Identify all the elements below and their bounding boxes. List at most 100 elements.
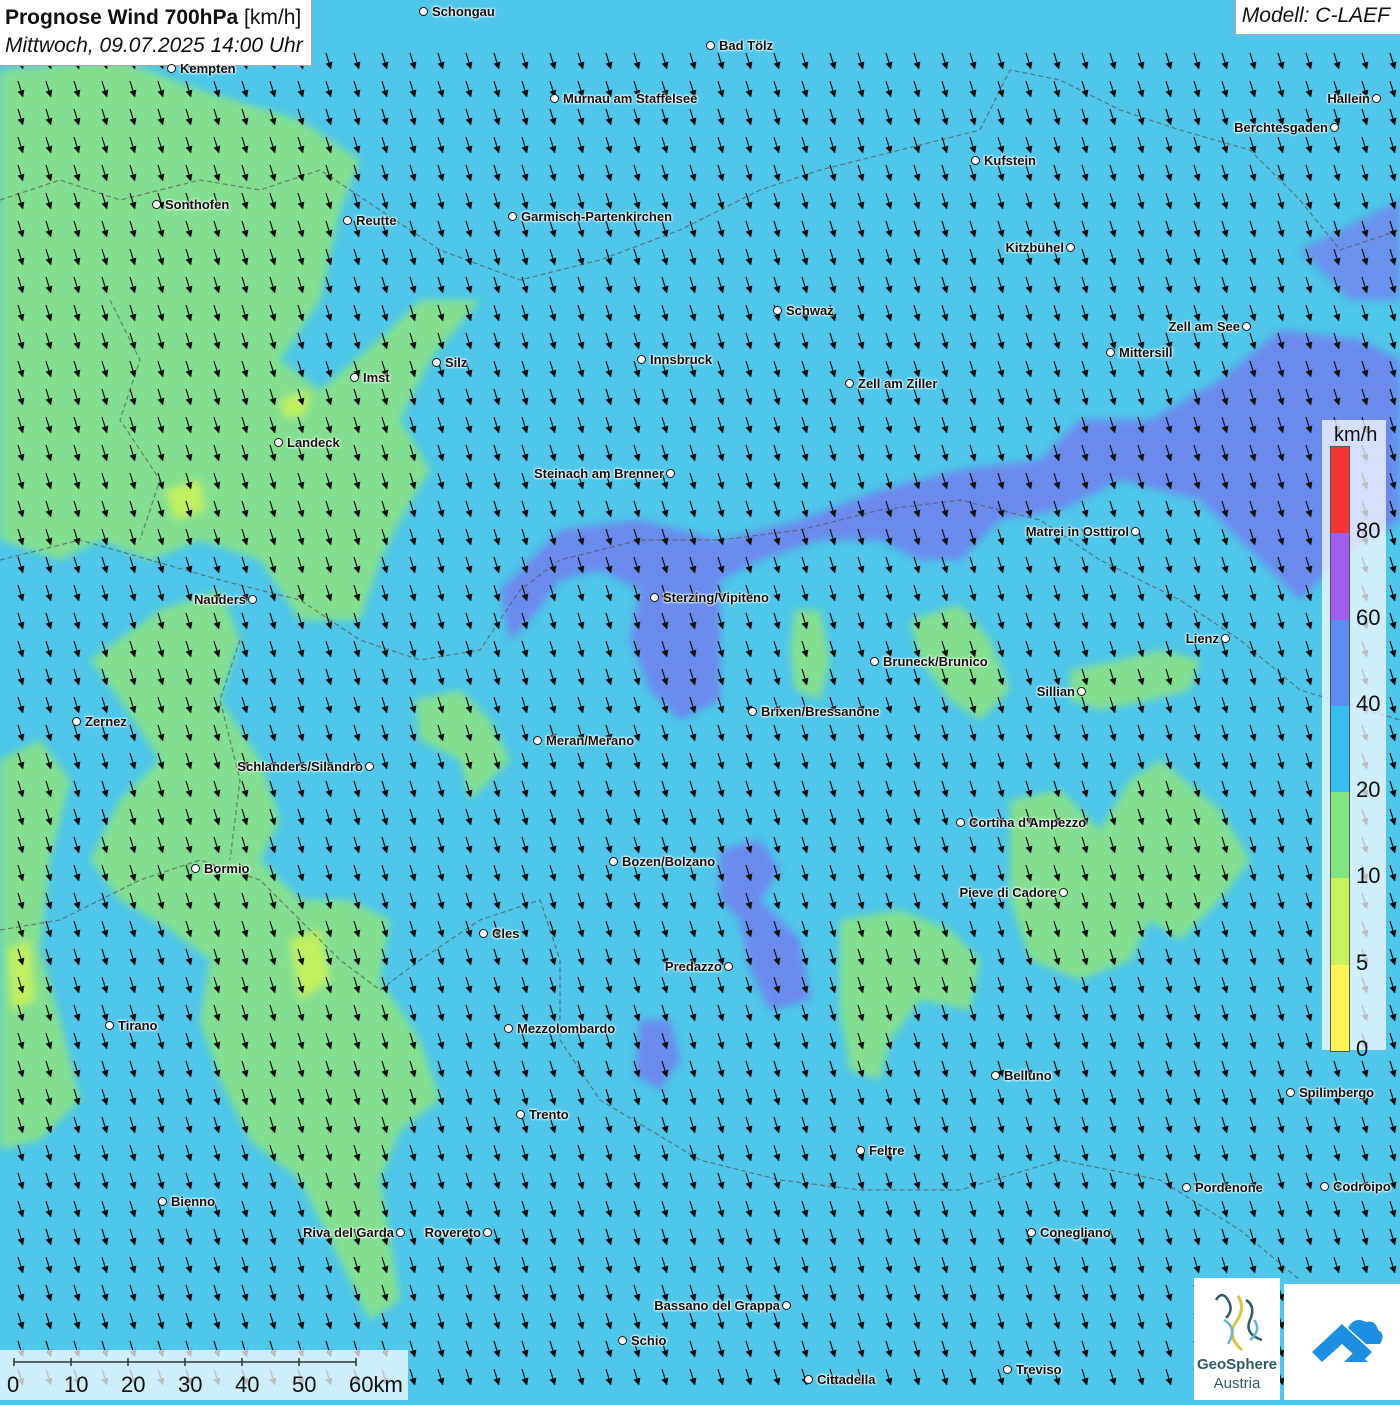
city-marker[interactable]: [158, 1197, 167, 1206]
city-marker[interactable]: [105, 1021, 114, 1030]
city-marker[interactable]: [1131, 527, 1140, 536]
city-label[interactable]: Reutte: [356, 213, 396, 228]
city-marker[interactable]: [971, 156, 980, 165]
city-label[interactable]: Schio: [631, 1333, 666, 1348]
city-marker[interactable]: [637, 355, 646, 364]
city-marker[interactable]: [1320, 1182, 1329, 1191]
city-label[interactable]: Steinach am Brenner: [534, 466, 664, 481]
city-label[interactable]: Feltre: [869, 1143, 904, 1158]
city-label[interactable]: Codroipo: [1333, 1179, 1391, 1194]
city-marker[interactable]: [396, 1228, 405, 1237]
city-label[interactable]: Pordenone: [1195, 1180, 1263, 1195]
city-marker[interactable]: [1106, 348, 1115, 357]
city-label[interactable]: Bormio: [204, 861, 250, 876]
city-label[interactable]: Zell am Ziller: [858, 376, 937, 391]
city-marker[interactable]: [550, 94, 559, 103]
city-label[interactable]: Cortina d'Ampezzo: [969, 815, 1086, 830]
city-label[interactable]: Landeck: [287, 435, 340, 450]
city-marker[interactable]: [1066, 243, 1075, 252]
city-label[interactable]: Garmisch-Partenkirchen: [521, 209, 672, 224]
city-label[interactable]: Schlanders/Silandro: [237, 759, 363, 774]
city-label[interactable]: Pieve di Cadore: [959, 885, 1057, 900]
city-marker[interactable]: [666, 469, 675, 478]
city-marker[interactable]: [773, 306, 782, 315]
city-label[interactable]: Conegliano: [1040, 1225, 1111, 1240]
city-label[interactable]: Bad Tölz: [719, 38, 773, 53]
city-marker[interactable]: [274, 438, 283, 447]
city-marker[interactable]: [748, 707, 757, 716]
city-marker[interactable]: [609, 857, 618, 866]
city-marker[interactable]: [1003, 1365, 1012, 1374]
city-label[interactable]: Bozen/Bolzano: [622, 854, 715, 869]
city-label[interactable]: Sillian: [1037, 684, 1075, 699]
city-label[interactable]: Cittadella: [817, 1372, 876, 1387]
city-marker[interactable]: [419, 7, 428, 16]
city-marker[interactable]: [1286, 1088, 1295, 1097]
city-marker[interactable]: [1330, 123, 1339, 132]
city-marker[interactable]: [724, 962, 733, 971]
city-label[interactable]: Tirano: [118, 1018, 158, 1033]
city-marker[interactable]: [343, 216, 352, 225]
city-marker[interactable]: [856, 1146, 865, 1155]
city-label[interactable]: Imst: [363, 370, 390, 385]
partner-logo[interactable]: [1284, 1284, 1400, 1400]
city-label[interactable]: Riva del Garda: [303, 1225, 394, 1240]
city-marker[interactable]: [152, 200, 161, 209]
city-label[interactable]: Innsbruck: [650, 352, 712, 367]
city-label[interactable]: Belluno: [1004, 1068, 1052, 1083]
city-label[interactable]: Rovereto: [425, 1225, 481, 1240]
city-label[interactable]: Mezzolombardo: [517, 1021, 615, 1036]
city-label[interactable]: Meran/Merano: [546, 733, 634, 748]
city-marker[interactable]: [1182, 1183, 1191, 1192]
city-marker[interactable]: [1027, 1228, 1036, 1237]
city-marker[interactable]: [508, 212, 517, 221]
city-label[interactable]: Bienno: [171, 1194, 215, 1209]
city-marker[interactable]: [1077, 687, 1086, 696]
city-label[interactable]: Nauders: [194, 592, 246, 607]
city-label[interactable]: Kufstein: [984, 153, 1036, 168]
city-marker[interactable]: [167, 64, 176, 73]
city-marker[interactable]: [618, 1336, 627, 1345]
city-marker[interactable]: [706, 41, 715, 50]
geosphere-logo[interactable]: GeoSphere Austria: [1194, 1278, 1280, 1400]
city-marker[interactable]: [504, 1024, 513, 1033]
city-label[interactable]: Trento: [529, 1107, 569, 1122]
city-label[interactable]: Zernez: [85, 714, 127, 729]
city-label[interactable]: Spilimbergo: [1299, 1085, 1374, 1100]
city-marker[interactable]: [804, 1375, 813, 1384]
city-label[interactable]: Sterzing/Vipiteno: [663, 590, 769, 605]
city-marker[interactable]: [782, 1301, 791, 1310]
city-marker[interactable]: [1242, 322, 1251, 331]
city-label[interactable]: Silz: [445, 355, 467, 370]
city-label[interactable]: Predazzo: [665, 959, 722, 974]
city-label[interactable]: Bruneck/Brunico: [883, 654, 988, 669]
city-label[interactable]: Brixen/Bressanone: [761, 704, 880, 719]
city-label[interactable]: Schongau: [432, 4, 495, 19]
city-label[interactable]: Lienz: [1186, 631, 1219, 646]
city-label[interactable]: Treviso: [1016, 1362, 1062, 1377]
city-label[interactable]: Schwaz: [786, 303, 834, 318]
city-label[interactable]: Kempten: [180, 61, 236, 76]
city-label[interactable]: Matrei in Osttirol: [1026, 524, 1129, 539]
city-marker[interactable]: [432, 358, 441, 367]
city-label[interactable]: Cles: [492, 926, 519, 941]
city-marker[interactable]: [483, 1228, 492, 1237]
city-marker[interactable]: [191, 864, 200, 873]
city-marker[interactable]: [365, 762, 374, 771]
city-marker[interactable]: [1372, 94, 1381, 103]
city-label[interactable]: Mittersill: [1119, 345, 1172, 360]
city-marker[interactable]: [350, 373, 359, 382]
city-marker[interactable]: [248, 595, 257, 604]
city-marker[interactable]: [72, 717, 81, 726]
city-label[interactable]: Hallein: [1327, 91, 1370, 106]
city-marker[interactable]: [650, 593, 659, 602]
city-label[interactable]: Sonthofen: [165, 197, 229, 212]
city-label[interactable]: Zell am See: [1168, 319, 1240, 334]
city-marker[interactable]: [845, 379, 854, 388]
city-marker[interactable]: [1221, 634, 1230, 643]
city-label[interactable]: Berchtesgaden: [1234, 120, 1328, 135]
city-marker[interactable]: [479, 929, 488, 938]
city-marker[interactable]: [991, 1071, 1000, 1080]
city-marker[interactable]: [533, 736, 542, 745]
city-marker[interactable]: [516, 1110, 525, 1119]
